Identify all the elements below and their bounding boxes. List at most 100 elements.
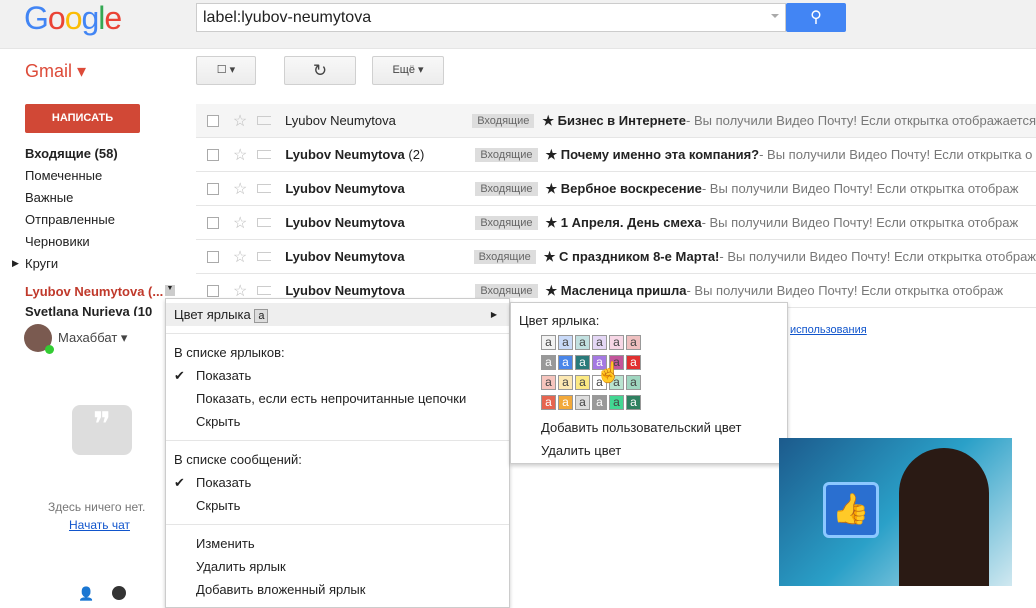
color-swatch[interactable]: a <box>541 395 556 410</box>
row-checkbox[interactable] <box>207 182 219 195</box>
color-swatch[interactable]: a <box>626 355 641 370</box>
more-button[interactable]: Ещё ▾ <box>372 56 444 85</box>
color-swatch[interactable]: a <box>626 335 641 350</box>
nav-starred[interactable]: Помеченные <box>25 168 102 183</box>
nav-label-svetlana[interactable]: Svetlana Nurieva (10 <box>25 304 152 316</box>
row-checkbox[interactable] <box>207 216 219 229</box>
email-row[interactable]: ☆ Lyubov Neumytova Входящие ★ Бизнес в Инте… <box>196 104 1036 138</box>
star-icon[interactable]: ☆ <box>233 213 247 233</box>
row-checkbox[interactable] <box>207 148 219 161</box>
color-swatch[interactable]: a <box>558 335 573 350</box>
subject: ★ Почему именно эта компания? <box>545 146 760 162</box>
sender: Lyubov Neumytova (2) <box>285 147 425 162</box>
show-text: Показать <box>196 368 252 383</box>
star-icon[interactable]: ☆ <box>233 247 247 267</box>
refresh-button[interactable]: ↻ <box>284 56 356 85</box>
color-swatch[interactable]: a <box>609 335 624 350</box>
importance-icon[interactable] <box>257 218 272 227</box>
importance-icon[interactable] <box>257 286 272 295</box>
importance-icon[interactable] <box>257 116 272 125</box>
label-badge[interactable]: Входящие <box>475 181 538 196</box>
check-icon: ✔ <box>174 475 185 490</box>
color-grid: aaaaaaaaaaaaaaaaaaaaaaaa <box>541 334 779 414</box>
remove-color[interactable]: Удалить цвет <box>541 443 779 458</box>
menu-label-color[interactable]: Цвет ярлыка a ▶ <box>166 303 509 326</box>
email-row[interactable]: ☆ Lyubov Neumytova Входящие ★ 1 Апреля. Ден… <box>196 206 1036 240</box>
menu-add-nested[interactable]: Добавить вложенный ярлык <box>166 578 509 601</box>
email-row[interactable]: ☆ Lyubov Neumytova Входящие ★ С праздником … <box>196 240 1036 274</box>
in-labels-heading: В списке ярлыков: <box>174 345 285 360</box>
menu-show-in-messages[interactable]: ✔ Показать <box>166 471 509 494</box>
label-badge[interactable]: Входящие <box>472 113 535 128</box>
email-row[interactable]: ☆ Lyubov Neumytova (2) Входящие ★ Почему им… <box>196 138 1036 172</box>
color-swatch[interactable]: a <box>558 375 573 390</box>
user-menu[interactable]: Махаббат ▾ <box>58 330 127 346</box>
importance-icon[interactable] <box>257 184 272 193</box>
label-badge[interactable]: Входящие <box>475 147 538 162</box>
nav-inbox[interactable]: Входящие (58) <box>25 146 118 161</box>
select-button[interactable]: ☐ ▾ <box>196 56 256 85</box>
color-sample: a <box>254 309 269 323</box>
hangouts-tab-icon[interactable] <box>112 586 126 600</box>
swatch-row: aaaaaa <box>541 354 779 374</box>
swatch-row: aaaaaa <box>541 374 779 394</box>
color-swatch[interactable]: a <box>609 395 624 410</box>
color-swatch[interactable]: a <box>626 395 641 410</box>
google-logo[interactable]: Google <box>24 0 122 37</box>
importance-icon[interactable] <box>257 252 272 261</box>
nav-sent[interactable]: Отправленные <box>25 212 115 227</box>
add-custom-color[interactable]: Добавить пользовательский цвет <box>541 420 779 435</box>
color-swatch[interactable]: a <box>575 395 590 410</box>
search-options-icon[interactable] <box>771 14 779 22</box>
color-swatch[interactable]: a <box>558 355 573 370</box>
label-menu-arrow-icon[interactable]: ▼ <box>165 285 175 296</box>
color-swatch[interactable]: a <box>592 335 607 350</box>
importance-icon[interactable] <box>257 150 272 159</box>
menu-show-in-labels[interactable]: ✔ Показать <box>166 364 509 387</box>
color-swatch[interactable]: a <box>575 335 590 350</box>
snippet: - Вы получили Видео Почту! Если открытка… <box>759 147 1033 162</box>
email-row[interactable]: ☆ Lyubov Neumytova Входящие ★ Вербное воскр… <box>196 172 1036 206</box>
menu-edit[interactable]: Изменить <box>166 532 509 555</box>
thumbs-up-icon: 👍 <box>823 482 879 538</box>
menu-show-if-unread[interactable]: Показать, если есть непрочитанные цепочк… <box>166 387 509 410</box>
label-context-menu: Цвет ярлыка a ▶ В списке ярлыков: ✔ Показа… <box>165 298 510 608</box>
in-messages-heading: В списке сообщений: <box>174 452 302 467</box>
compose-button[interactable]: НАПИСАТЬ <box>25 104 140 133</box>
snippet: - Вы получили Видео Почту! Если открытка… <box>719 249 1036 264</box>
row-checkbox[interactable] <box>207 114 219 127</box>
color-swatch[interactable]: a <box>541 375 556 390</box>
menu-hide-in-messages[interactable]: Скрыть <box>166 494 509 517</box>
star-icon[interactable]: ☆ <box>233 145 247 165</box>
search-input[interactable]: label:lyubov-neumytova <box>196 3 786 32</box>
color-swatch[interactable]: a <box>558 395 573 410</box>
color-swatch[interactable]: a <box>592 395 607 410</box>
star-icon[interactable]: ☆ <box>233 111 247 131</box>
label-badge[interactable]: Входящие <box>473 249 536 264</box>
terms-link[interactable]: использования <box>790 324 867 336</box>
nav-drafts[interactable]: Черновики <box>25 234 90 249</box>
row-checkbox[interactable] <box>207 284 219 297</box>
video-overlay: 👍 <box>779 438 1012 586</box>
gmail-menu[interactable]: Gmail ▾ <box>25 61 86 82</box>
nav-label-lyubov[interactable]: Lyubov Neumytova (... <box>25 284 163 299</box>
color-swatch[interactable]: a <box>575 355 590 370</box>
nav-important[interactable]: Важные <box>25 190 73 205</box>
label-badge[interactable]: Входящие <box>475 215 538 230</box>
menu-delete-label[interactable]: Удалить ярлык <box>166 555 509 578</box>
label-badge[interactable]: Входящие <box>475 283 538 298</box>
color-swatch[interactable]: a <box>541 355 556 370</box>
snippet: - Вы получили Видео Почту! Если открытка… <box>686 283 1004 298</box>
start-chat-link[interactable]: Начать чат <box>69 518 130 532</box>
color-swatch[interactable]: a <box>541 335 556 350</box>
color-swatch[interactable]: a <box>626 375 641 390</box>
color-swatch[interactable]: a <box>575 375 590 390</box>
star-icon[interactable]: ☆ <box>233 179 247 199</box>
menu-hide-in-labels[interactable]: Скрыть <box>166 410 509 433</box>
nav-circles[interactable]: Круги <box>25 256 58 271</box>
subject: ★ Вербное воскресение <box>545 180 702 196</box>
expand-icon[interactable]: ▶ <box>12 258 19 269</box>
search-button[interactable]: ⚲ <box>786 3 846 32</box>
submenu-arrow-icon: ▶ <box>490 310 497 319</box>
row-checkbox[interactable] <box>207 250 219 263</box>
